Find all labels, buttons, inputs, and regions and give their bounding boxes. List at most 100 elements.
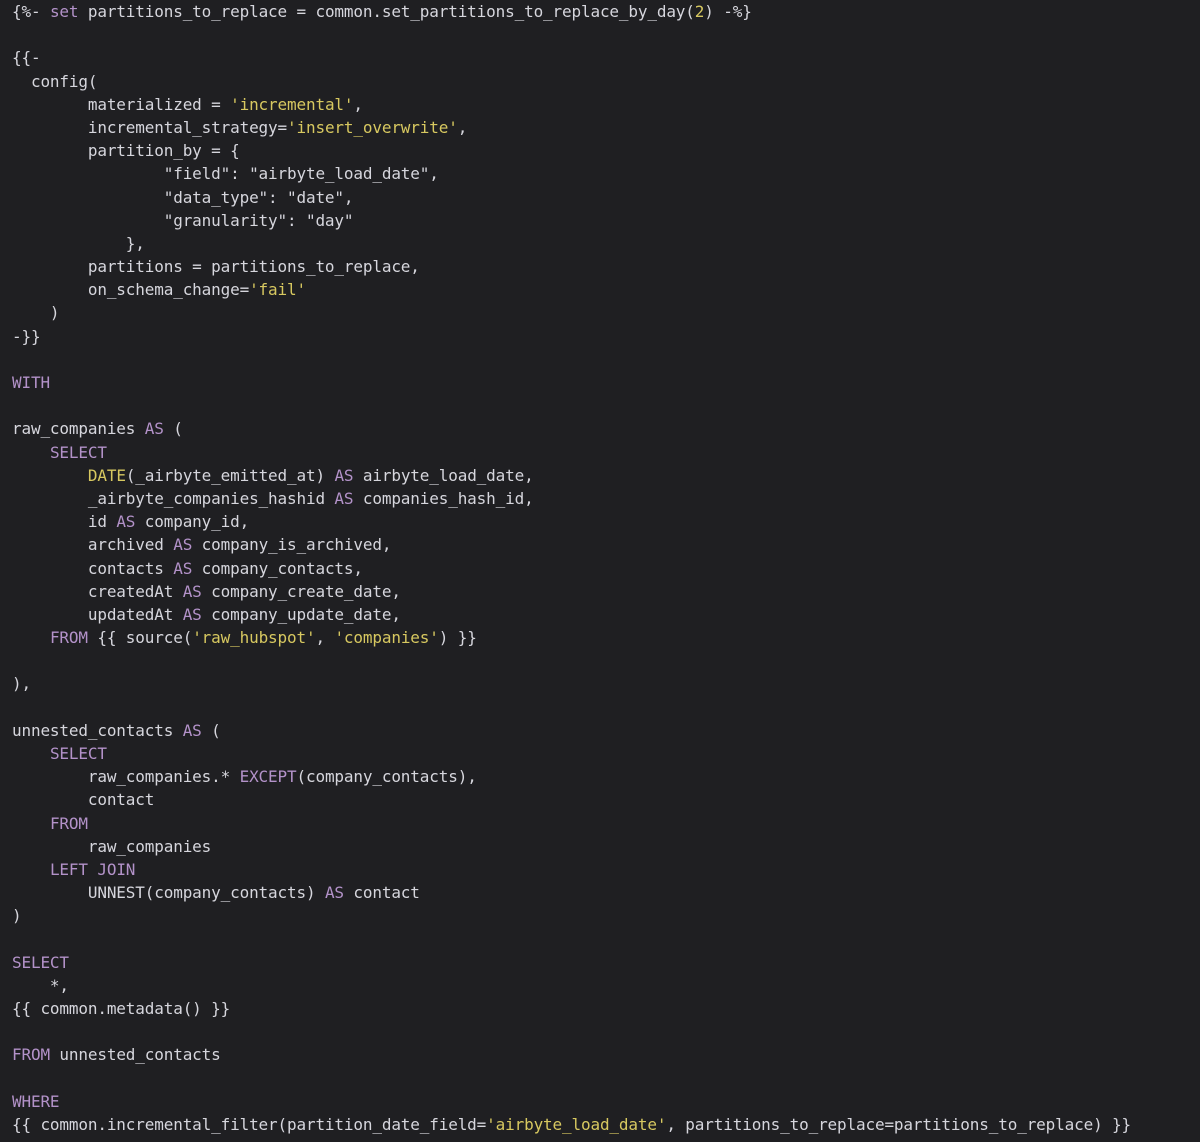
code-literal: 'raw_hubspot' <box>192 628 316 648</box>
code-text: createdAt <box>12 581 183 601</box>
code-keyword: SELECT <box>12 952 69 972</box>
code-text: ( <box>163 419 183 439</box>
code-line: contacts AS company_contacts, <box>12 557 1200 580</box>
code-text: raw_companies <box>12 836 212 856</box>
code-text: raw_companies <box>12 419 145 439</box>
code-text: companies_hash_id, <box>353 488 534 508</box>
code-keyword: set <box>49 2 79 21</box>
code-line: incremental_strategy='insert_overwrite', <box>12 116 1200 139</box>
code-keyword: AS <box>334 465 354 485</box>
code-line: {{ common.incremental_filter(partition_d… <box>12 1113 1200 1136</box>
code-text: {{ source( <box>87 628 193 648</box>
code-text: ) <box>12 303 60 323</box>
code-text: {{- <box>12 48 41 68</box>
code-line: UNNEST(company_contacts) AS contact <box>12 881 1200 904</box>
code-text: ) }} <box>438 628 477 648</box>
code-line: FROM <box>12 812 1200 835</box>
code-keyword: WITH <box>12 373 50 392</box>
code-text: id <box>12 512 117 532</box>
code-text: updatedAt <box>12 604 183 624</box>
code-keyword: LEFT JOIN <box>49 859 136 879</box>
code-line: LEFT JOIN <box>12 858 1200 881</box>
code-text: materialized = <box>12 94 231 114</box>
code-line: FROM unnested_contacts <box>12 1043 1200 1066</box>
code-text: company_create_date, <box>201 581 401 601</box>
code-text: incremental_strategy= <box>12 117 288 137</box>
code-line: "granularity": "day" <box>12 209 1200 232</box>
code-line: FROM {{ source('raw_hubspot', 'companies… <box>12 626 1200 649</box>
code-line: "field": "airbyte_load_date", <box>12 162 1200 185</box>
code-editor[interactable]: {%- set partitions_to_replace = common.s… <box>0 0 1200 1142</box>
code-text: unnested_contacts <box>49 1045 221 1065</box>
code-line: raw_companies AS ( <box>12 417 1200 440</box>
code-line: createdAt AS company_create_date, <box>12 580 1200 603</box>
code-literal: DATE <box>87 465 126 485</box>
code-literal: 'companies' <box>334 628 439 648</box>
code-keyword: SELECT <box>49 744 107 763</box>
code-literal: 'insert_overwrite' <box>287 117 458 137</box>
code-block[interactable]: {%- set partitions_to_replace = common.s… <box>0 0 1200 1136</box>
code-keyword: AS <box>182 581 202 601</box>
code-literal: 'incremental' <box>230 94 354 114</box>
code-keyword: AS <box>173 535 193 555</box>
code-text: company_id, <box>135 512 250 532</box>
code-text: , <box>457 117 468 137</box>
code-text: archived <box>12 535 174 555</box>
code-text: , <box>315 628 335 648</box>
code-text: {%- <box>12 2 50 21</box>
code-text: (_airbyte_emitted_at) <box>125 465 335 485</box>
code-text: partition_by = { <box>12 141 240 161</box>
code-line: _airbyte_companies_hashid AS companies_h… <box>12 487 1200 510</box>
code-text: {{ common.incremental_filter(partition_d… <box>12 1115 487 1134</box>
code-text: airbyte_load_date, <box>353 465 534 485</box>
code-keyword: AS <box>182 720 202 740</box>
code-text: ) -%} <box>704 2 752 21</box>
code-text: (company_contacts), <box>296 767 477 787</box>
code-keyword: SELECT <box>49 442 107 462</box>
code-line: -}} <box>12 325 1200 348</box>
code-text: , partitions_to_replace=partitions_to_re… <box>666 1115 1132 1134</box>
code-keyword: WHERE <box>12 1091 60 1111</box>
code-line: unnested_contacts AS ( <box>12 719 1200 742</box>
code-literal: 2 <box>694 2 705 21</box>
code-keyword: AS <box>334 488 354 508</box>
code-line: raw_companies <box>12 835 1200 858</box>
code-line: DATE(_airbyte_emitted_at) AS airbyte_loa… <box>12 464 1200 487</box>
code-line: ) <box>12 301 1200 324</box>
code-keyword: AS <box>116 512 136 532</box>
code-text: ), <box>12 674 31 694</box>
code-line: partitions = partitions_to_replace, <box>12 255 1200 278</box>
code-text: "data_type": "date", <box>12 187 354 207</box>
code-text: config( <box>12 71 98 91</box>
code-text: contact <box>12 790 155 810</box>
code-line: {{- <box>12 46 1200 69</box>
code-text: company_contacts, <box>192 558 363 578</box>
code-text: company_update_date, <box>201 604 401 624</box>
code-line: }, <box>12 232 1200 255</box>
code-line: config( <box>12 70 1200 93</box>
code-line: id AS company_id, <box>12 510 1200 533</box>
code-text: partitions = partitions_to_replace, <box>12 257 420 277</box>
code-text: -}} <box>12 326 41 346</box>
code-line: ), <box>12 672 1200 695</box>
code-literal: 'airbyte_load_date' <box>486 1115 667 1134</box>
code-line: ) <box>12 904 1200 927</box>
code-text: company_is_archived, <box>192 535 392 555</box>
code-text: ( <box>201 720 221 740</box>
code-text: "granularity": "day" <box>12 210 354 230</box>
code-line: partition_by = { <box>12 139 1200 162</box>
code-keyword: AS <box>173 558 193 578</box>
code-text: raw_companies.* <box>12 767 240 787</box>
code-line: archived AS company_is_archived, <box>12 533 1200 556</box>
code-text: "field": "airbyte_load_date", <box>12 164 439 184</box>
code-line: SELECT <box>12 951 1200 974</box>
code-text: ) <box>12 906 22 926</box>
